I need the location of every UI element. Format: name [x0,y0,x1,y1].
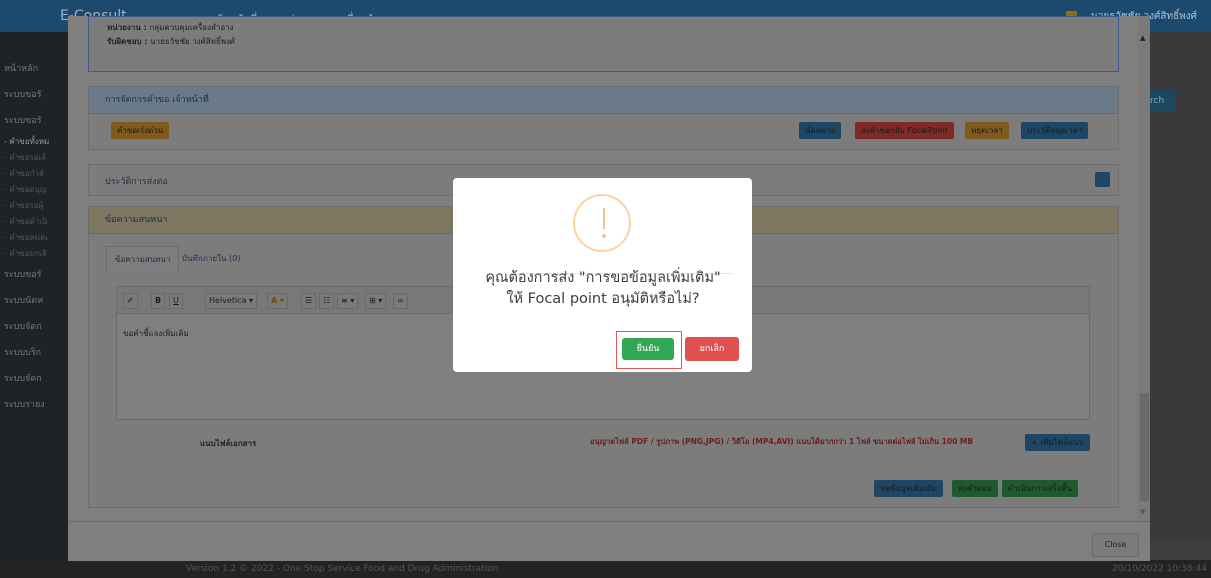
unit-label: หน่วยงาน : [107,23,147,32]
close-button[interactable]: Close [1092,533,1139,557]
sidebar-item[interactable]: ระบบนัดห [0,288,68,314]
manage-panel: การจัดการคำขอ เจ้าหน้าที่ คำขอเร่งด่วน น… [88,86,1119,150]
urgent-button[interactable]: คำขอเร่งด่วน [111,122,170,139]
info-panel: หน่วยงาน : กลุ่มควบคุมเครื่องสำอาง รับผิ… [88,16,1119,72]
sidebar-subitem[interactable]: - คำขอดำเนิ [0,214,68,230]
sidebar-subitem-all[interactable]: - คำขอทั้งหม [0,134,68,150]
confirm-dialog: คุณต้องการส่ง "การขอข้อมูลเพิ่มเติม" ให้… [453,178,752,372]
cancel-button[interactable]: ยกเลิก [685,337,739,361]
sidebar-subitem[interactable]: - คำขอรอผู้ [0,198,68,214]
sidebar: หน้าหลัก ระบบขอรั ระบบขอรั - คำขอทั้งหม … [0,32,68,578]
datetime-text: 20/10/2022 10:38:44 [1111,564,1207,574]
sidebar-subitem[interactable]: - คำขออนุญ [0,182,68,198]
tab-chat[interactable]: ข้อความสนทนา [106,246,180,272]
sidebar-item-1[interactable]: ระบบขอรั [0,82,68,108]
confirm-button[interactable]: ยืนยัน [622,338,674,360]
return-focal-button[interactable]: ส่งคำขอกลับ FocalPoint [855,122,954,139]
ordered-list-icon[interactable]: ☷ [319,293,335,309]
sidebar-subitem[interactable]: - คำขอหมดเ [0,230,68,246]
sidebar-item[interactable]: ระบบจัดก [0,366,68,392]
history-header: ประวัติการส่งต่อ [105,177,168,187]
manage-header: การจัดการคำขอ เจ้าหน้าที่ [89,87,1118,114]
warning-icon-bar [603,208,605,229]
sidebar-subitem[interactable]: - คำขอกำลั [0,166,68,182]
pause-history-button[interactable]: ประวัติหยุดเวลา [1021,122,1089,139]
sidebar-item[interactable]: ระบบรายง [0,392,68,418]
dialog-message: คุณต้องการส่ง "การขอข้อมูลเพิ่มเติม" ให้… [485,270,721,307]
add-attachment-button[interactable]: + เพิ่มไฟล์แนบ [1025,434,1090,451]
warning-icon [573,194,631,252]
expand-history-button[interactable] [1095,172,1110,187]
search-button[interactable]: rch [1150,90,1175,112]
warning-icon-dot [602,234,606,238]
link-icon[interactable]: ∞ [393,293,408,309]
unit-value: กลุ่มควบคุมเครื่องสำอาง [149,23,234,32]
send-reply-button[interactable]: ส่งคำตอบ [952,480,998,497]
editor-content[interactable]: ขอคำชี้แจงเพิ่มเติม [123,327,189,340]
scrollbar-thumb[interactable] [1140,393,1149,501]
complete-button[interactable]: ดำเนินการเสร็จสิ้น [1002,480,1078,497]
owner-value: นายธวัชชัย วงศ์สิทธิ์พงศ์ [150,37,235,46]
eraser-icon[interactable]: ✐ [123,293,138,309]
sidebar-subitem[interactable]: - คำขอรอเจ้ [0,150,68,166]
sidebar-item[interactable]: ระบบจัดก [0,314,68,340]
table-icon[interactable]: ⊞ ▾ [365,293,387,309]
appoint-button[interactable]: นัดหมาย [799,122,842,139]
sidebar-item[interactable]: ระบบขอรั [0,262,68,288]
bold-icon[interactable]: B [151,293,166,309]
scroll-down-icon[interactable]: ▼ [1140,508,1145,516]
sidebar-subitem[interactable]: - คำขอยกเลิ [0,246,68,262]
list-icon[interactable]: ☰ [301,293,317,309]
tab-internal-notes[interactable]: บันทึกภายใน (0) [182,252,240,265]
owner-label: รับผิดชอบ : [107,37,148,46]
sidebar-item-home[interactable]: หน้าหลัก [0,56,68,82]
attach-label: แนบไฟล์เอกสาร [200,439,257,448]
version-text: Version 1.2 © 2022 - One Stop Service Fo… [186,564,499,574]
attach-hint: อนุญาตไฟล์ PDF / รูปภาพ (PNG,JPG) / วิดี… [590,437,974,446]
more-info-button[interactable]: ขอข้อมูลเพิ่มเติม [874,480,944,497]
scroll-up-icon[interactable]: ▲ [1140,34,1145,42]
align-icon[interactable]: ≡ ▾ [337,293,359,309]
pause-button[interactable]: หยุดเวลา [965,122,1009,139]
sidebar-item-2[interactable]: ระบบขอรั [0,108,68,134]
text-color-icon[interactable]: A ▾ [267,293,288,309]
underline-icon[interactable]: U [169,293,183,309]
modal-footer [68,521,1150,561]
sidebar-item[interactable]: ระบบบริก [0,340,68,366]
font-select[interactable]: Helvetica ▾ [205,293,258,309]
footer-bar [0,560,1211,578]
